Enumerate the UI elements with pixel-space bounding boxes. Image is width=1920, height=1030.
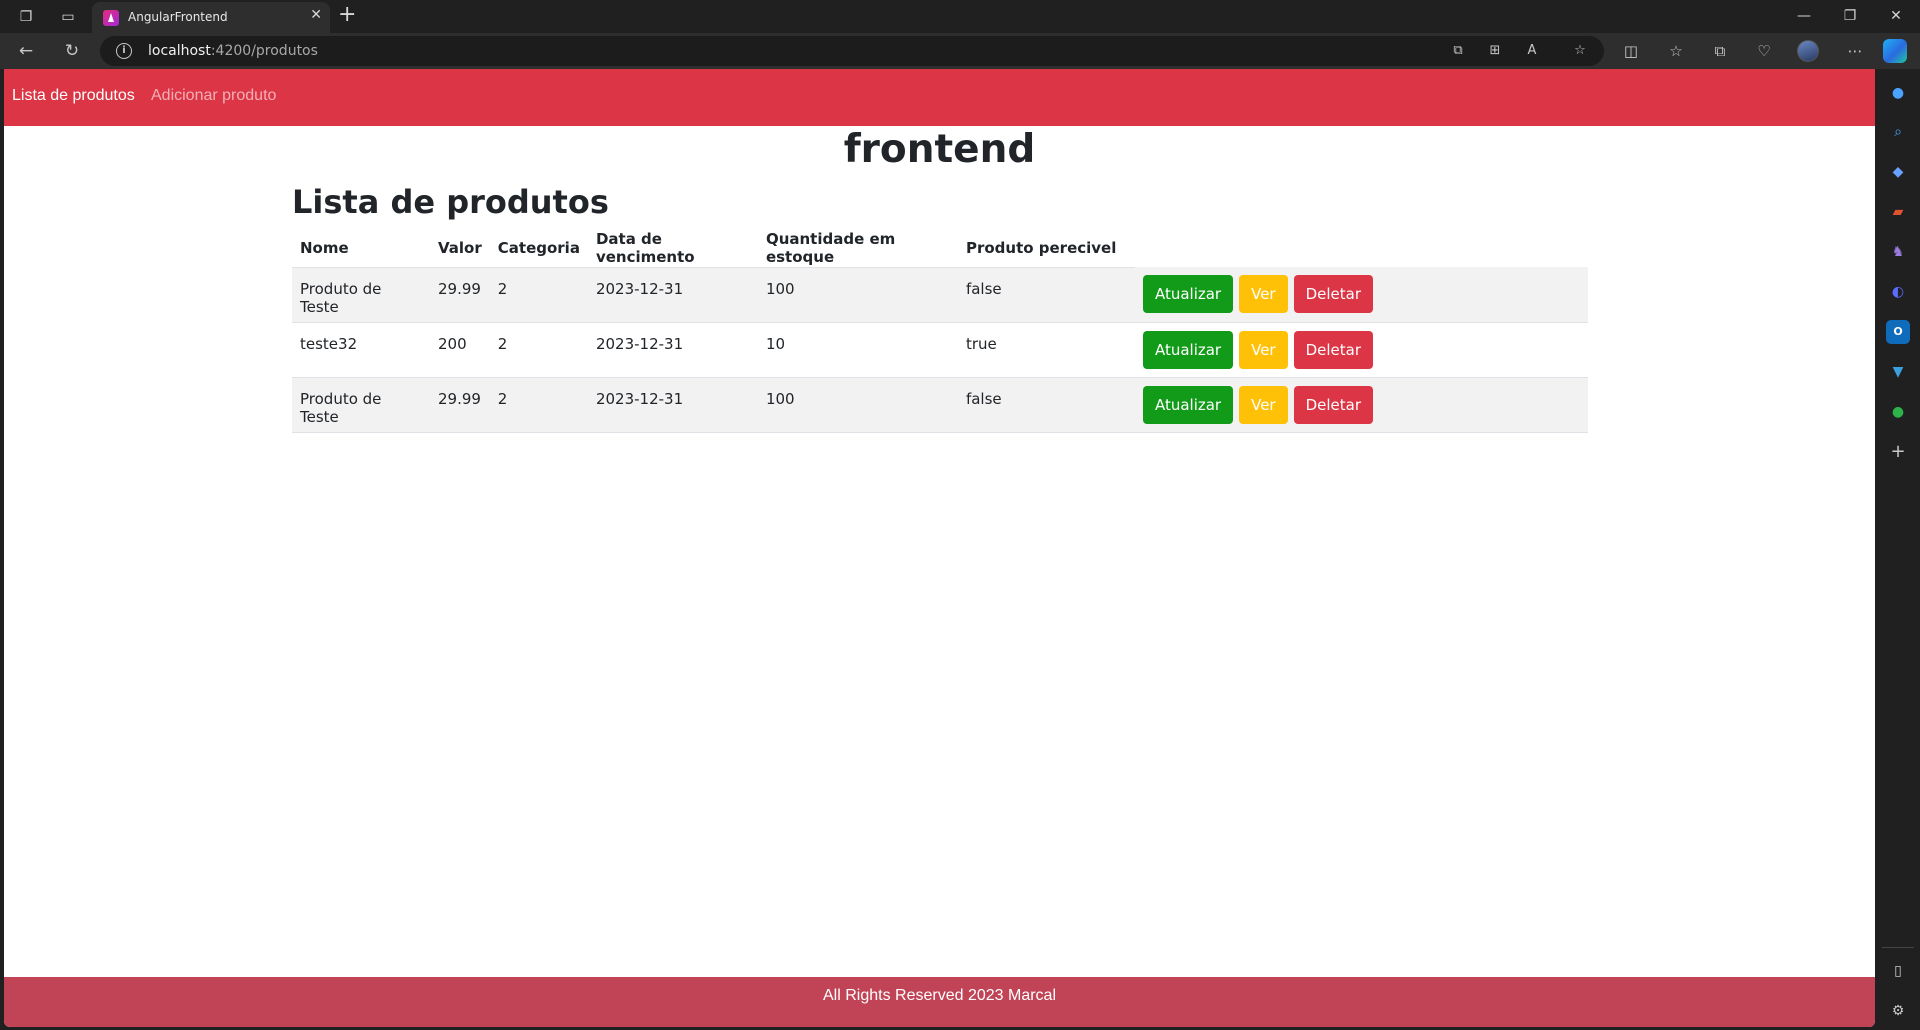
view-button[interactable]: Ver bbox=[1239, 330, 1288, 369]
nav-link-adicionar-produto[interactable]: Adicionar produto bbox=[151, 87, 276, 105]
cell-perecivel: false bbox=[957, 377, 1135, 433]
close-window-icon[interactable]: ✕ bbox=[1876, 3, 1916, 29]
cell-data: 2023-12-31 bbox=[587, 267, 758, 323]
cell-actions: Atualizar Ver Deletar bbox=[1134, 267, 1588, 323]
cell-actions: Atualizar Ver Deletar bbox=[1134, 377, 1588, 433]
search-icon[interactable]: ⌕ bbox=[1886, 120, 1910, 144]
cell-categoria: 2 bbox=[489, 322, 588, 378]
cell-quantidade: 10 bbox=[757, 322, 958, 378]
extensions-grid-icon[interactable]: ⊞ bbox=[1485, 41, 1505, 61]
split-screen-icon[interactable]: ◫ bbox=[1619, 39, 1643, 63]
column-header-data: Data de vencimento bbox=[587, 229, 758, 268]
cell-quantidade: 100 bbox=[757, 267, 958, 323]
browser-essentials-icon[interactable]: ♡ bbox=[1752, 39, 1776, 63]
add-sidebar-app-icon[interactable]: + bbox=[1886, 440, 1910, 464]
refresh-icon[interactable]: ↻ bbox=[60, 39, 84, 63]
delete-button[interactable]: Deletar bbox=[1293, 275, 1374, 313]
restore-icon[interactable]: ❐ bbox=[1830, 3, 1870, 29]
delete-button[interactable]: Deletar bbox=[1293, 385, 1374, 424]
close-tab-icon[interactable]: ✕ bbox=[310, 7, 322, 23]
shopping-tag-icon[interactable]: ◆ bbox=[1886, 160, 1910, 184]
collections-icon[interactable]: ⧉ bbox=[1708, 39, 1732, 63]
cell-nome: Produto de Teste bbox=[292, 267, 430, 323]
column-header-nome: Nome bbox=[292, 229, 430, 268]
table-row: teste32 200 2 2023-12-31 10 true Atualiz… bbox=[292, 322, 1588, 378]
cell-valor: 200 bbox=[430, 322, 490, 378]
cell-quantidade: 100 bbox=[757, 377, 958, 433]
angular-favicon-icon bbox=[103, 10, 119, 26]
cell-categoria: 2 bbox=[489, 377, 588, 433]
browser-toolbar: ← ↻ i localhost:4200/produtos ⧉ ⊞ A ☆ ◫ … bbox=[0, 33, 1920, 69]
table-row: Produto de Teste 29.99 2 2023-12-31 100 … bbox=[292, 377, 1588, 433]
cell-nome: teste32 bbox=[292, 322, 430, 378]
column-header-quantidade: Quantidade em estoque bbox=[757, 229, 958, 268]
cell-valor: 29.99 bbox=[430, 267, 490, 323]
cell-perecivel: true bbox=[957, 322, 1135, 378]
tab-title: AngularFrontend bbox=[128, 10, 228, 24]
column-header-categoria: Categoria bbox=[489, 229, 588, 268]
notifications-bell-icon[interactable]: ● bbox=[1886, 81, 1910, 105]
cell-data: 2023-12-31 bbox=[587, 377, 758, 433]
cell-perecivel: false bbox=[957, 267, 1135, 323]
cell-valor: 29.99 bbox=[430, 377, 490, 433]
view-button[interactable]: Ver bbox=[1239, 275, 1288, 313]
minimize-icon[interactable]: — bbox=[1784, 3, 1824, 29]
new-tab-plus-icon[interactable]: + bbox=[338, 2, 356, 27]
favorite-star-icon[interactable]: ☆ bbox=[1570, 41, 1590, 61]
site-info-icon[interactable]: i bbox=[116, 43, 132, 59]
update-button[interactable]: Atualizar bbox=[1142, 275, 1234, 313]
browser-tab-active[interactable]: AngularFrontend ✕ bbox=[92, 2, 330, 33]
workspaces-icon[interactable]: ❐ bbox=[14, 5, 38, 29]
cell-actions: Atualizar Ver Deletar bbox=[1134, 322, 1588, 378]
app-available-icon[interactable]: ⧉ bbox=[1448, 41, 1468, 61]
tab-actions-icon[interactable]: ▭ bbox=[56, 5, 80, 29]
tree-icon[interactable]: ● bbox=[1886, 400, 1910, 424]
nav-link-lista-produtos[interactable]: Lista de produtos bbox=[12, 87, 135, 105]
sidebar-divider bbox=[1882, 947, 1914, 948]
update-button[interactable]: Atualizar bbox=[1142, 330, 1234, 369]
read-aloud-icon[interactable]: A bbox=[1522, 41, 1542, 61]
hide-sidebar-icon[interactable]: ▯ bbox=[1886, 959, 1910, 983]
app-title: frontend bbox=[843, 127, 1036, 172]
page-viewport: Lista de produtos Adicionar produto fron… bbox=[4, 69, 1875, 1027]
cell-data: 2023-12-31 bbox=[587, 322, 758, 378]
column-header-perecivel: Produto perecivel bbox=[957, 229, 1135, 268]
view-button[interactable]: Ver bbox=[1239, 385, 1288, 424]
browser-tab-bar: ❐ ▭ AngularFrontend ✕ + — ❐ ✕ bbox=[0, 0, 1920, 33]
url-text[interactable]: localhost:4200/produtos bbox=[148, 43, 318, 59]
tools-briefcase-icon[interactable]: ▰ bbox=[1886, 200, 1910, 224]
cell-nome: Produto de Teste bbox=[292, 377, 430, 433]
back-arrow-icon[interactable]: ← bbox=[14, 39, 38, 63]
table-row: Produto de Teste 29.99 2 2023-12-31 100 … bbox=[292, 267, 1588, 323]
footer-text: All Rights Reserved 2023 Marcal bbox=[823, 987, 1056, 1004]
send-icon[interactable]: ▼ bbox=[1886, 360, 1910, 384]
column-header-valor: Valor bbox=[430, 229, 490, 268]
address-bar[interactable]: i localhost:4200/produtos ⧉ ⊞ A ☆ bbox=[100, 36, 1604, 66]
update-button[interactable]: Atualizar bbox=[1142, 385, 1234, 424]
page-footer: All Rights Reserved 2023 Marcal bbox=[4, 977, 1875, 1027]
column-header-actions bbox=[1135, 229, 1588, 267]
page-title: Lista de produtos bbox=[292, 183, 609, 221]
cell-categoria: 2 bbox=[489, 267, 588, 323]
profile-avatar[interactable] bbox=[1797, 40, 1819, 62]
edge-sidebar: ● ⌕ ◆ ▰ ♞ ◐ O ▼ ● + ▯ ⚙ bbox=[1876, 69, 1920, 1030]
app-navbar: Lista de produtos Adicionar produto bbox=[4, 69, 1875, 126]
favorites-icon[interactable]: ☆ bbox=[1664, 39, 1688, 63]
table-header-row: Nome Valor Categoria Data de vencimento … bbox=[292, 229, 1588, 268]
products-table: Nome Valor Categoria Data de vencimento … bbox=[292, 229, 1588, 433]
outlook-icon[interactable]: O bbox=[1886, 320, 1910, 344]
more-options-icon[interactable]: ⋯ bbox=[1843, 39, 1867, 63]
settings-gear-icon[interactable]: ⚙ bbox=[1886, 999, 1910, 1023]
copilot-icon[interactable] bbox=[1883, 39, 1907, 63]
copilot-sidebar-icon[interactable]: ◐ bbox=[1886, 280, 1910, 304]
games-icon[interactable]: ♞ bbox=[1886, 240, 1910, 264]
delete-button[interactable]: Deletar bbox=[1293, 330, 1374, 369]
